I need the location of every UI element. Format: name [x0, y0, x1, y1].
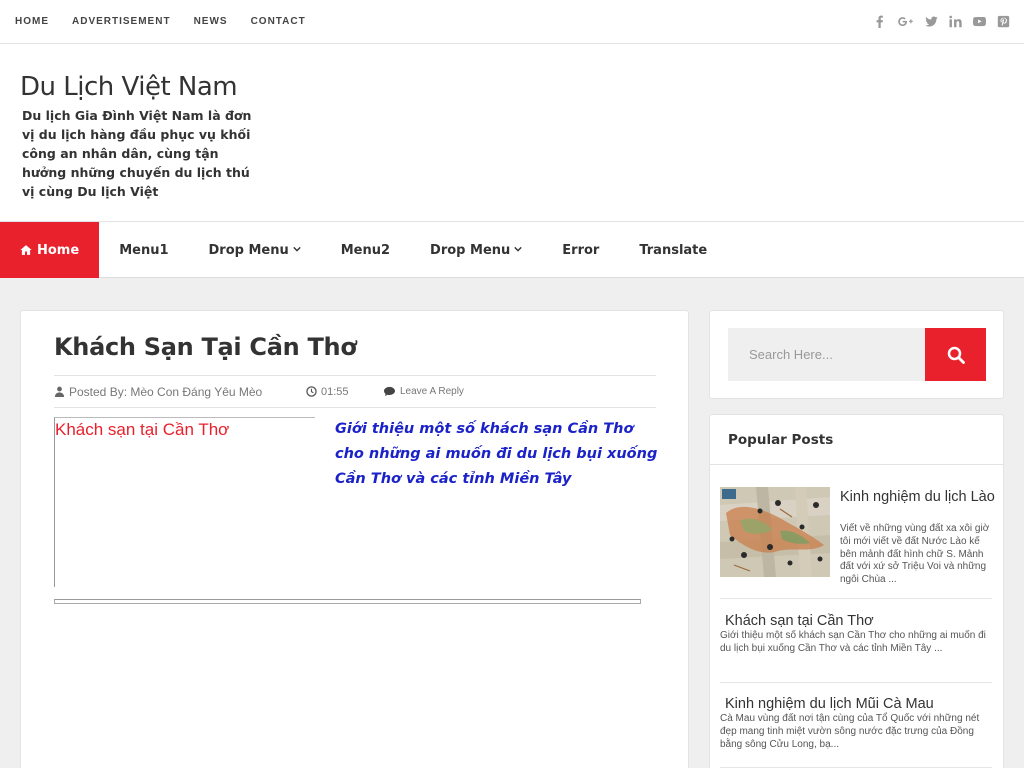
main-nav-menu1-label: Menu1 — [119, 242, 169, 258]
popular-post-thumbnail[interactable] — [720, 487, 830, 577]
top-bar: HOME ADVERTISEMENT NEWS CONTACT — [0, 0, 1024, 44]
main-nav: Home Menu1 Drop Menu Menu2 Drop Menu Err… — [0, 222, 1024, 278]
popular-posts: Popular Posts Kinh nghiệm du lịch Lào Vi… — [709, 414, 1004, 768]
search-input[interactable] — [728, 328, 926, 381]
post-meta: Posted By: Mèo Con Đáng Yêu Mèo 01:55 Le… — [54, 375, 656, 408]
popular-post-item: Kinh nghiệm du lịch Lào Viết về những vù… — [720, 487, 995, 599]
top-nav-news[interactable]: NEWS — [194, 16, 228, 27]
site-header: Du Lịch Việt Nam Du lịch Gia Đình Việt N… — [0, 44, 1024, 222]
main-nav-home[interactable]: Home — [0, 222, 100, 278]
top-nav-contact[interactable]: CONTACT — [251, 16, 306, 27]
youtube-icon[interactable] — [973, 15, 986, 28]
main-nav-home-label: Home — [37, 242, 80, 258]
sidebar-search — [709, 310, 1004, 399]
main-nav-menu1[interactable]: Menu1 — [99, 222, 188, 278]
post-container: Khách Sạn Tại Cần Thơ Posted By: Mèo Con… — [20, 310, 689, 768]
post-intro: Giới thiệu một số khách sạn Cần Thơ cho … — [335, 421, 658, 487]
post-reply[interactable]: Leave A Reply — [383, 386, 464, 397]
pinterest-icon[interactable] — [997, 15, 1010, 28]
post-reply-label[interactable]: Leave A Reply — [400, 386, 464, 397]
main-nav-drop-menu-2[interactable]: Drop Menu — [410, 222, 542, 278]
main-nav-translate-label: Translate — [639, 242, 708, 258]
post-divider — [54, 599, 641, 604]
linkedin-icon[interactable] — [949, 15, 962, 28]
facebook-icon[interactable] — [873, 15, 886, 28]
main-nav-menu2-label: Menu2 — [340, 242, 391, 258]
popular-posts-heading: Popular Posts — [710, 415, 1003, 465]
chevron-down-icon — [514, 245, 522, 256]
main-nav-menu2[interactable]: Menu2 — [321, 222, 410, 278]
search-icon — [947, 346, 965, 364]
popular-post-item: Kinh nghiệm du lịch Mũi Cà Mau Cà Mau vù… — [720, 696, 992, 768]
twitter-icon[interactable] — [925, 15, 938, 28]
top-nav-home[interactable]: HOME — [15, 16, 49, 27]
main-nav-error-label: Error — [562, 242, 600, 258]
site-title[interactable]: Du Lịch Việt Nam — [20, 72, 238, 102]
main-nav-drop-menu-1[interactable]: Drop Menu — [189, 222, 321, 278]
user-icon — [54, 386, 65, 397]
popular-post-title[interactable]: Kinh nghiệm du lịch Mũi Cà Mau — [725, 696, 934, 713]
post-image-alt: Khách sạn tại Cần Thơ — [55, 420, 230, 439]
site-description: Du lịch Gia Đình Việt Nam là đơn vị du l… — [22, 108, 252, 199]
popular-post-snippet: Cà Mau vùng đất nơi tận cùng của Tổ Quốc… — [720, 713, 980, 750]
top-nav-advertisement[interactable]: ADVERTISEMENT — [72, 16, 171, 27]
clock-icon — [306, 386, 317, 397]
comment-icon — [384, 386, 395, 397]
popular-post-title[interactable]: Kinh nghiệm du lịch Lào — [840, 489, 996, 506]
home-icon — [20, 245, 32, 255]
main-nav-translate[interactable]: Translate — [619, 222, 727, 278]
main-nav-error[interactable]: Error — [542, 222, 619, 278]
popular-post-item: Khách sạn tại Cần Thơ Giới thiệu một số … — [720, 613, 992, 683]
social-links — [873, 0, 1010, 43]
post-image: Khách sạn tại Cần Thơ — [54, 417, 315, 587]
post-time-label: 01:55 — [321, 385, 349, 398]
popular-post-snippet: Viết về những vùng đất xa xôi giờ tôi mớ… — [840, 523, 990, 586]
popular-post-title[interactable]: Khách sạn tại Cần Thơ — [725, 613, 874, 630]
top-nav: HOME ADVERTISEMENT NEWS CONTACT — [15, 0, 329, 43]
post-title: Khách Sạn Tại Cần Thơ — [54, 333, 357, 361]
post-author: Posted By: Mèo Con Đáng Yêu Mèo — [54, 385, 306, 399]
main-nav-drop-menu-2-label: Drop Menu — [430, 242, 511, 258]
search-button[interactable] — [925, 328, 986, 381]
post-author-label[interactable]: Posted By: Mèo Con Đáng Yêu Mèo — [69, 385, 262, 399]
chevron-down-icon — [293, 245, 301, 256]
popular-post-snippet: Giới thiệu một số khách sạn Cần Thơ cho … — [720, 630, 986, 654]
main-nav-drop-menu-1-label: Drop Menu — [208, 242, 289, 258]
google-plus-icon[interactable] — [897, 15, 914, 28]
post-time: 01:55 — [306, 386, 383, 398]
